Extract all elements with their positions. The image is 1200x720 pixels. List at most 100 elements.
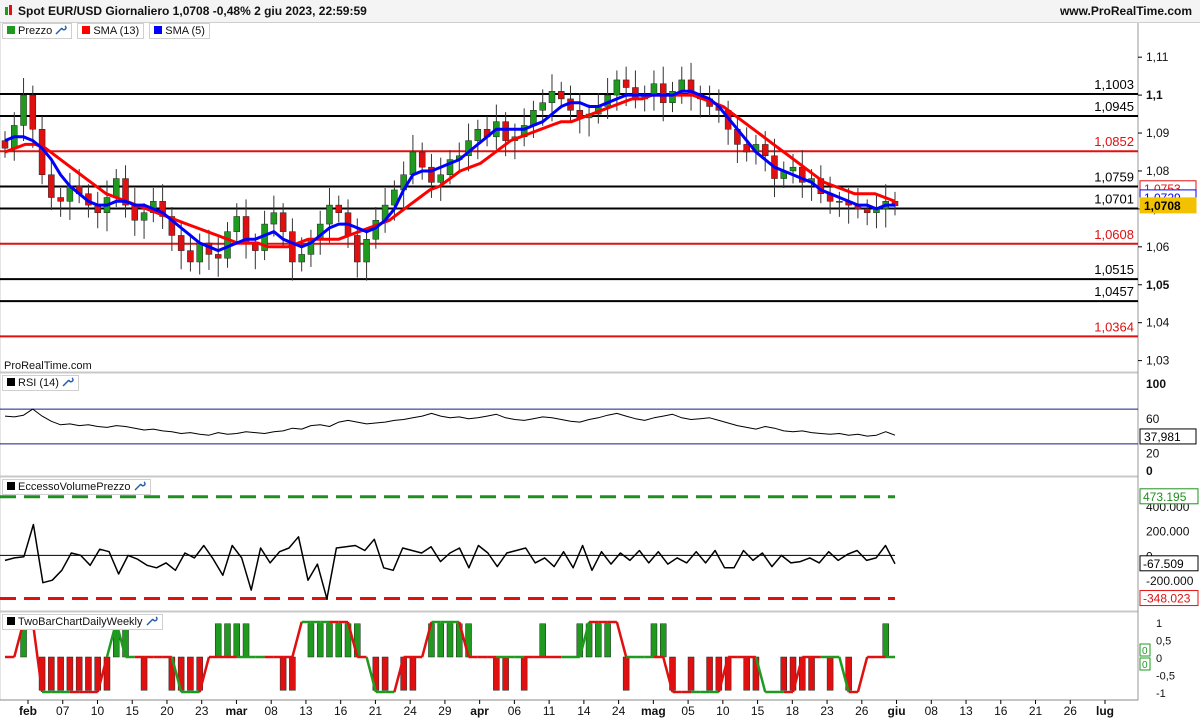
candle-body bbox=[354, 235, 361, 263]
level-label: 1,0759 bbox=[1094, 170, 1134, 185]
level-label: 1,0852 bbox=[1094, 134, 1134, 149]
wrench-icon[interactable] bbox=[133, 481, 146, 491]
rsi-tick: 20 bbox=[1146, 447, 1160, 461]
legend-evp[interactable]: EccessoVolumePrezzo bbox=[2, 479, 151, 495]
legend-rsi-label: RSI (14) bbox=[18, 377, 59, 389]
y-tick-label: 1,05 bbox=[1146, 278, 1170, 292]
candle-body bbox=[474, 128, 482, 141]
tbc-bar bbox=[743, 656, 750, 691]
candle-body bbox=[836, 201, 843, 203]
legend-price[interactable]: Prezzo bbox=[2, 23, 73, 39]
tbc-bar bbox=[57, 656, 64, 691]
legend-sma13[interactable]: SMA (13) bbox=[77, 23, 145, 39]
x-tick-label: 21 bbox=[369, 704, 383, 718]
x-tick-label: 29 bbox=[438, 704, 452, 718]
x-tick-label: 20 bbox=[160, 704, 174, 718]
tbc-bar bbox=[381, 656, 389, 691]
tbc-bar bbox=[520, 656, 528, 691]
tbc-tick: 0,5 bbox=[1156, 636, 1171, 648]
candle-body bbox=[437, 174, 444, 183]
price-tag: 1,0708 bbox=[1144, 199, 1181, 213]
chart-canvas: 1,111,11,091,081,071,061,051,041,031,100… bbox=[0, 21, 1199, 718]
x-tick-label: 14 bbox=[577, 704, 591, 718]
candle-body bbox=[659, 83, 667, 103]
candle-body bbox=[326, 204, 333, 225]
candle-body bbox=[632, 87, 639, 100]
tbc-side: 0 bbox=[1142, 646, 1148, 657]
tbc-tick: 1 bbox=[1156, 618, 1162, 630]
level-label: 1,0515 bbox=[1094, 262, 1134, 277]
rsi-last: 37,981 bbox=[1144, 430, 1181, 444]
candle-body bbox=[622, 79, 630, 88]
tbc-bar bbox=[326, 623, 333, 658]
x-tick-label: apr bbox=[470, 704, 489, 718]
level-label: 1,0701 bbox=[1094, 192, 1134, 207]
candle-body bbox=[418, 151, 426, 168]
level-label: 1,0945 bbox=[1094, 99, 1134, 114]
wrench-icon[interactable] bbox=[55, 25, 67, 35]
tbc-bar bbox=[48, 656, 55, 691]
legend-sma5-label: SMA (5) bbox=[165, 25, 205, 37]
tbc-bar bbox=[622, 656, 630, 691]
legend-tbc[interactable]: TwoBarChartDailyWeekly bbox=[2, 614, 163, 630]
tbc-bar bbox=[437, 623, 444, 658]
candle-body bbox=[613, 79, 621, 96]
candle-body bbox=[279, 212, 287, 232]
candle-body bbox=[177, 235, 185, 251]
x-tick-label: 26 bbox=[1064, 704, 1078, 718]
x-tick-label: lug bbox=[1096, 704, 1114, 718]
x-tick-label: 07 bbox=[56, 704, 70, 718]
legend-sma13-label: SMA (13) bbox=[93, 25, 140, 37]
candle-body bbox=[761, 144, 769, 157]
x-tick-label: 10 bbox=[91, 704, 105, 718]
legend-rsi[interactable]: RSI (14) bbox=[2, 375, 79, 391]
panel-frame-0 bbox=[0, 21, 1139, 373]
level-label: 1,1003 bbox=[1094, 77, 1134, 92]
price-legend: Prezzo SMA (13) SMA (5) bbox=[2, 23, 212, 39]
candle-body bbox=[113, 178, 120, 198]
x-tick-label: 18 bbox=[786, 704, 800, 718]
y-tick-label: 1,1 bbox=[1146, 88, 1163, 102]
tbc-bar bbox=[650, 623, 658, 658]
red-swatch-icon bbox=[82, 26, 91, 34]
site-link[interactable]: www.ProRealTime.com bbox=[1060, 4, 1192, 18]
tbc-bar bbox=[187, 656, 194, 691]
x-tick-label: 08 bbox=[265, 704, 279, 718]
tbc-tick: -0,5 bbox=[1156, 671, 1175, 683]
level-label: 1,0457 bbox=[1094, 284, 1134, 299]
tbc-side: 0 bbox=[1142, 660, 1148, 671]
x-tick-label: 16 bbox=[994, 704, 1008, 718]
header-bar: Spot EUR/USD Giornaliero 1,0708 -0,48% 2… bbox=[0, 0, 1200, 23]
x-tick-label: 21 bbox=[1029, 704, 1043, 718]
tbc-bar bbox=[242, 623, 250, 658]
legend-tbc-label: TwoBarChartDailyWeekly bbox=[18, 616, 143, 628]
x-tick-label: 11 bbox=[543, 704, 556, 718]
evp-tag: -67.509 bbox=[1143, 557, 1184, 571]
candle-body bbox=[678, 79, 686, 92]
tbc-bar bbox=[882, 623, 889, 658]
tbc-bar bbox=[316, 623, 324, 658]
black-swatch-icon bbox=[7, 617, 15, 625]
wrench-icon[interactable] bbox=[145, 616, 158, 626]
candle-body bbox=[140, 212, 148, 221]
wrench-icon[interactable] bbox=[62, 377, 74, 387]
candle-body bbox=[363, 238, 370, 263]
candle-body bbox=[863, 208, 871, 213]
chart-title: Spot EUR/USD Giornaliero 1,0708 -0,48% 2… bbox=[4, 4, 367, 18]
tbc-bar bbox=[289, 656, 296, 691]
candle-body bbox=[298, 254, 305, 263]
x-tick-label: 15 bbox=[751, 704, 765, 718]
candle-body bbox=[29, 94, 37, 130]
green-swatch-icon bbox=[7, 26, 15, 34]
evp-tag: -348.023 bbox=[1143, 592, 1191, 606]
x-tick-label: 26 bbox=[855, 704, 869, 718]
candle-body bbox=[214, 254, 222, 259]
blue-swatch-icon bbox=[154, 26, 163, 34]
legend-sma5[interactable]: SMA (5) bbox=[149, 23, 210, 39]
tbc-bar bbox=[66, 656, 74, 691]
x-tick-label: 06 bbox=[508, 704, 522, 718]
tbc-bar bbox=[502, 656, 509, 691]
tbc-bar bbox=[687, 656, 695, 691]
black-swatch-icon bbox=[7, 482, 15, 490]
tbc-bar bbox=[539, 623, 546, 658]
